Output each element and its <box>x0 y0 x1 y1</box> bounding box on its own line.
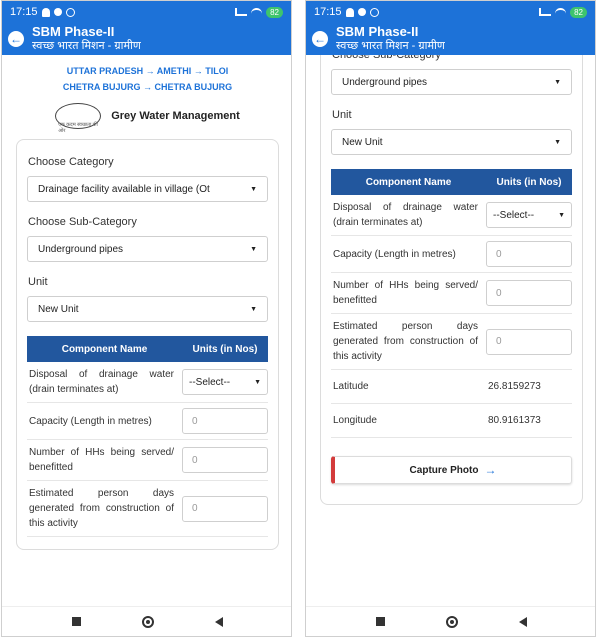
chevron-down-icon: ▼ <box>558 211 565 219</box>
home-icon[interactable] <box>141 615 154 628</box>
phone-screen-right: 17:15 82 ← SBM Phase-II स्वच्छ भारत मिशन… <box>305 0 596 637</box>
back-arrow-icon[interactable]: ← <box>312 31 328 47</box>
battery-icon: 82 <box>266 6 283 18</box>
column-header-component: Component Name <box>61 343 148 355</box>
latitude-label: Latitude <box>333 381 369 392</box>
disposal-select[interactable]: --Select-- ▼ <box>182 369 268 395</box>
signal-icon <box>539 8 552 16</box>
signal-icon <box>235 8 248 16</box>
table-header: Component Name Units (in Nos) <box>331 169 572 195</box>
latitude-value: 26.8159273 <box>488 381 541 392</box>
row-label-households: Number of HHs being served/ benefitted <box>29 447 174 473</box>
table-row: Capacity (Length in metres) 0 <box>331 236 572 273</box>
capture-photo-button[interactable]: Capture Photo → <box>331 456 572 484</box>
app-bar: ← SBM Phase-II स्वच्छ भारत मिशन - ग्रामी… <box>306 23 595 55</box>
notification-icon <box>345 7 354 17</box>
category-label: Choose Category <box>28 156 114 168</box>
unit-select[interactable]: New Unit ▼ <box>27 296 268 322</box>
recent-apps-icon[interactable] <box>376 617 386 626</box>
row-label-disposal: Disposal of drainage water (drain termin… <box>29 369 174 395</box>
app-bar: ← SBM Phase-II स्वच्छ भारत मिशन - ग्रामी… <box>2 23 291 55</box>
breadcrumb-line-1: UTTAR PRADESH → AMETHI → TILOI <box>66 66 229 76</box>
app-title: SBM Phase-II <box>336 24 419 40</box>
category-select[interactable]: Drainage facility available in village (… <box>27 176 268 202</box>
households-input[interactable]: 0 <box>486 280 572 306</box>
app-status-icon <box>357 8 366 16</box>
row-label-capacity: Capacity (Length in metres) <box>333 248 456 260</box>
status-time: 17:15 <box>314 6 342 18</box>
unit-label: Unit <box>332 109 352 121</box>
logo-row: एक कदम स्वच्छता की ओर Grey Water Managem… <box>2 103 291 134</box>
notification-icon <box>41 7 50 17</box>
breadcrumb-line-2: CHETRA BUJURG → CHETRA BUJURG <box>62 82 233 92</box>
table-row: Estimated person days generated from con… <box>27 481 268 537</box>
table-row: Latitude 26.8159273 <box>331 370 572 404</box>
row-label-person-days: Estimated person days generated from con… <box>333 321 478 362</box>
form-card: Choose Category Drainage facility availa… <box>16 139 279 550</box>
app-title: SBM Phase-II <box>32 24 115 40</box>
subcategory-label: Choose Sub-Category <box>28 216 137 228</box>
form-content[interactable]: UTTAR PRADESH → AMETHI → TILOI CHETRA BU… <box>2 55 291 608</box>
back-icon[interactable] <box>214 616 223 627</box>
person-days-input[interactable]: 0 <box>486 328 572 355</box>
android-nav-bar <box>306 606 595 636</box>
home-icon[interactable] <box>445 615 458 628</box>
column-header-units: Units (in Nos) <box>496 176 562 188</box>
disposal-select[interactable]: --Select-- ▼ <box>486 202 572 228</box>
sync-icon <box>65 7 75 17</box>
subcategory-select[interactable]: Underground pipes ▼ <box>331 69 572 95</box>
app-subtitle: स्वच्छ भारत मिशन - ग्रामीण <box>336 40 445 53</box>
subcategory-select[interactable]: Underground pipes ▼ <box>27 236 268 262</box>
back-arrow-icon[interactable]: ← <box>8 31 24 47</box>
wifi-icon <box>251 8 263 16</box>
person-days-input[interactable]: 0 <box>182 495 268 522</box>
row-label-capacity: Capacity (Length in metres) <box>29 415 152 427</box>
chevron-down-icon: ▼ <box>554 78 561 86</box>
longitude-value: 80.9161373 <box>488 415 541 426</box>
capacity-input[interactable]: 0 <box>182 408 268 434</box>
column-header-component: Component Name <box>365 176 452 188</box>
app-status-icon <box>53 8 62 16</box>
wifi-icon <box>555 8 567 16</box>
chevron-down-icon: ▼ <box>254 378 261 386</box>
table-header: Component Name Units (in Nos) <box>27 336 268 362</box>
back-icon[interactable] <box>518 616 527 627</box>
app-subtitle: स्वच्छ भारत मिशन - ग्रामीण <box>32 40 141 53</box>
status-bar: 17:15 82 <box>306 1 595 23</box>
longitude-label: Longitude <box>333 415 377 426</box>
subcategory-label: Choose Sub-Category <box>332 55 441 61</box>
table-row: Longitude 80.9161373 <box>331 404 572 438</box>
chevron-down-icon: ▼ <box>554 138 561 146</box>
page-title: Grey Water Management <box>111 110 240 122</box>
capacity-input[interactable]: 0 <box>486 241 572 267</box>
households-input[interactable]: 0 <box>182 447 268 473</box>
chevron-down-icon: ▼ <box>250 245 257 253</box>
table-row: Capacity (Length in metres) 0 <box>27 403 268 440</box>
table-row: Number of HHs being served/ benefitted 0 <box>331 273 572 314</box>
status-bar: 17:15 82 <box>2 1 291 23</box>
recent-apps-icon[interactable] <box>72 617 82 626</box>
swachh-bharat-logo: एक कदम स्वच्छता की ओर <box>55 103 102 134</box>
android-nav-bar <box>2 606 291 636</box>
table-row: Disposal of drainage water (drain termin… <box>27 362 268 403</box>
row-label-disposal: Disposal of drainage water (drain termin… <box>333 202 478 228</box>
table-row: Estimated person days generated from con… <box>331 314 572 370</box>
row-label-households: Number of HHs being served/ benefitted <box>333 280 478 306</box>
breadcrumb: UTTAR PRADESH → AMETHI → TILOI CHETRA BU… <box>2 63 291 95</box>
phone-screen-left: 17:15 82 ← SBM Phase-II स्वच्छ भारत मिशन… <box>1 0 292 637</box>
sync-icon <box>369 7 379 17</box>
column-header-units: Units (in Nos) <box>192 343 258 355</box>
row-label-person-days: Estimated person days generated from con… <box>29 488 174 529</box>
unit-label: Unit <box>28 276 48 288</box>
table-row: Number of HHs being served/ benefitted 0 <box>27 440 268 481</box>
chevron-down-icon: ▼ <box>250 305 257 313</box>
form-card: Choose Sub-Category Underground pipes ▼ … <box>320 55 583 505</box>
battery-icon: 82 <box>570 6 587 18</box>
arrow-right-icon: → <box>484 463 497 477</box>
form-content[interactable]: Choose Sub-Category Underground pipes ▼ … <box>306 55 595 608</box>
status-time: 17:15 <box>10 6 38 18</box>
unit-select[interactable]: New Unit ▼ <box>331 129 572 155</box>
chevron-down-icon: ▼ <box>250 185 257 193</box>
table-row: Disposal of drainage water (drain termin… <box>331 195 572 236</box>
